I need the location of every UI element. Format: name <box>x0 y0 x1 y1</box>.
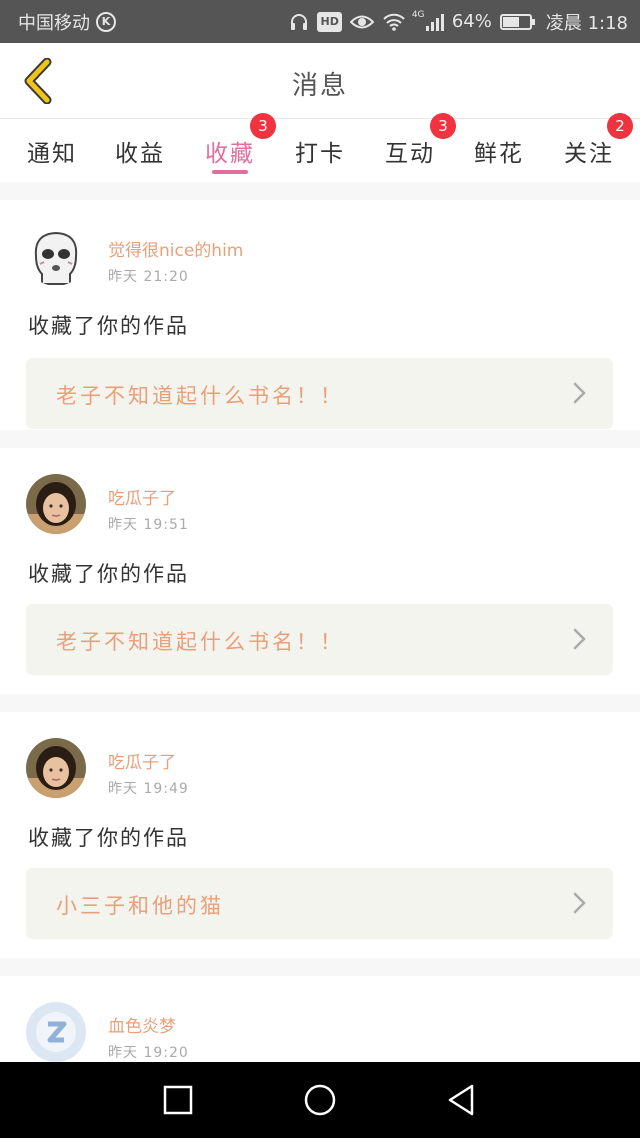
battery-percent: 64% <box>451 11 492 32</box>
chevron-right-icon <box>573 892 586 914</box>
wifi-icon <box>382 12 406 32</box>
tab-following[interactable]: 关注 2 <box>549 113 633 182</box>
tab-label: 互动 <box>385 141 435 167</box>
work-title: 老子不知道起什么书名！！ <box>56 630 344 654</box>
signal-icon: 4G <box>411 9 444 32</box>
recent-apps-button[interactable] <box>160 1082 196 1118</box>
work-title: 小三子和他的猫 <box>56 894 224 918</box>
timestamp: 昨天 19:51 <box>108 517 189 533</box>
eye-icon <box>349 12 374 32</box>
home-button[interactable] <box>302 1082 338 1118</box>
notification-list[interactable]: 觉得很nice的him 昨天 21:20 收藏了你的作品 老子不知道起什么书名！… <box>0 182 640 1062</box>
username[interactable]: 觉得很nice的him <box>108 236 243 261</box>
work-link[interactable]: 小三子和他的猫 <box>26 868 613 939</box>
hd-icon: HD <box>317 11 342 32</box>
girl-photo-avatar[interactable] <box>26 474 86 534</box>
chevron-right-icon <box>573 382 586 404</box>
triangle-back-icon <box>448 1084 474 1116</box>
qq-default-avatar[interactable] <box>26 1002 86 1062</box>
sticker-face-avatar[interactable] <box>26 226 86 286</box>
header: 消息 <box>0 43 640 119</box>
tab-checkin[interactable]: 打卡 <box>280 120 360 182</box>
app-screen: 中国移动 K HD 4G 64% 凌晨 1:18 消息 通知 收益 收藏 3 打… <box>0 0 640 1138</box>
status-time: 凌晨 1:18 <box>545 12 628 34</box>
network-type: 4G <box>411 9 425 20</box>
username[interactable]: 吃瓜子了 <box>108 484 176 509</box>
battery-icon <box>499 13 535 30</box>
work-title: 老子不知道起什么书名！！ <box>56 384 344 408</box>
tab-earnings[interactable]: 收益 <box>100 120 180 182</box>
battery-fill <box>502 16 520 27</box>
timestamp: 昨天 19:20 <box>108 1045 189 1061</box>
action-text: 收藏了你的作品 <box>28 562 189 586</box>
tab-badge: 3 <box>430 113 456 139</box>
tab-badge: 2 <box>607 113 633 139</box>
timestamp: 昨天 19:49 <box>108 781 189 797</box>
status-right: HD 4G 64% 凌晨 1:18 <box>289 9 628 35</box>
tab-bar: 通知 收益 收藏 3 打卡 互动 3 鲜花 关注 2 <box>0 113 640 182</box>
tab-label: 打卡 <box>295 141 345 167</box>
username[interactable]: 血色炎梦 <box>108 1012 176 1037</box>
girl-photo-avatar[interactable] <box>26 738 86 798</box>
username[interactable]: 吃瓜子了 <box>108 748 176 773</box>
carrier-name: 中国移动 <box>18 12 90 34</box>
headphones-icon <box>289 12 309 32</box>
tab-label: 关注 <box>564 141 614 167</box>
tab-label: 鲜花 <box>474 141 524 167</box>
notification-card: 觉得很nice的him 昨天 21:20 收藏了你的作品 老子不知道起什么书名！… <box>0 200 640 430</box>
status-left: 中国移动 K <box>18 9 116 35</box>
chevron-right-icon <box>573 628 586 650</box>
system-back-button[interactable] <box>444 1082 480 1118</box>
circle-icon <box>304 1084 336 1116</box>
tab-notifications[interactable]: 通知 <box>12 120 92 182</box>
status-bar: 中国移动 K HD 4G 64% 凌晨 1:18 <box>0 0 640 43</box>
action-text: 收藏了你的作品 <box>28 826 189 850</box>
square-icon <box>163 1085 193 1115</box>
timestamp: 昨天 21:20 <box>108 269 189 285</box>
tab-flowers[interactable]: 鲜花 <box>459 120 539 182</box>
tab-label: 收益 <box>115 141 165 167</box>
notification-card: 血色炎梦 昨天 19:20 <box>0 976 640 1062</box>
active-tab-indicator <box>212 170 248 174</box>
page-title: 消息 <box>291 71 348 101</box>
notification-card: 吃瓜子了 昨天 19:51 收藏了你的作品 老子不知道起什么书名！！ <box>0 448 640 694</box>
tab-interactions[interactable]: 互动 3 <box>370 113 456 182</box>
tab-badge: 3 <box>250 113 276 139</box>
carrier-badge-icon: K <box>96 11 116 32</box>
notification-card: 吃瓜子了 昨天 19:49 收藏了你的作品 小三子和他的猫 <box>0 712 640 958</box>
work-link[interactable]: 老子不知道起什么书名！！ <box>26 604 613 675</box>
tab-label: 通知 <box>27 141 77 167</box>
action-text: 收藏了你的作品 <box>28 314 189 338</box>
work-link[interactable]: 老子不知道起什么书名！！ <box>26 358 613 429</box>
tab-label: 收藏 <box>205 141 255 167</box>
system-nav-bar <box>0 1062 640 1138</box>
